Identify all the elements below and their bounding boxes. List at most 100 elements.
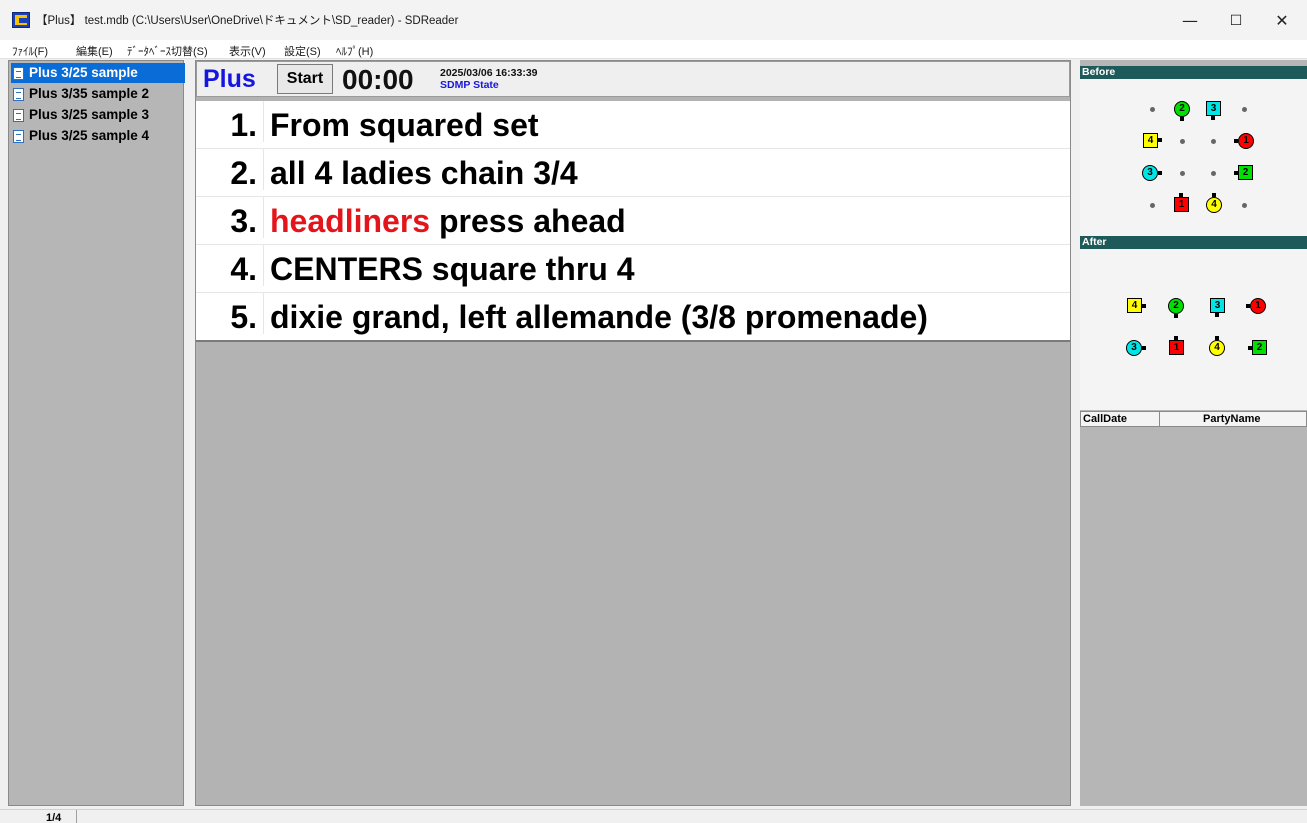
facing-marker (1211, 116, 1215, 120)
dancer-2-icon: 2 (1252, 340, 1267, 355)
before-diagram: 2 3 4 1 3 2 1 4 (1080, 79, 1307, 236)
facing-marker (1248, 346, 1252, 350)
history-table-header: CallDate PartyName (1080, 411, 1307, 427)
facing-marker (1179, 193, 1183, 197)
document-icon (13, 88, 24, 101)
menu-settings[interactable]: 設定(S) (284, 43, 321, 59)
facing-marker (1142, 304, 1146, 308)
start-button[interactable]: Start (277, 64, 333, 94)
call-text: CENTERS square thru 4 (270, 245, 635, 293)
call-number: 3. (196, 197, 264, 239)
sequence-item[interactable]: Plus 3/25 sample 4 (11, 126, 183, 146)
sequence-item-label: Plus 3/35 sample 2 (29, 86, 150, 101)
menu-help[interactable]: ﾍﾙﾌﾟ(H) (336, 43, 373, 59)
menu-database-switch[interactable]: ﾃﾞｰﾀﾍﾞｰｽ切替(S) (127, 43, 208, 59)
dancer-4-icon: 4 (1209, 340, 1225, 356)
sequence-list[interactable]: Plus 3/25 sample Plus 3/35 sample 2 Plus… (8, 60, 185, 806)
facing-marker (1158, 171, 1162, 175)
dancer-3-icon: 3 (1210, 298, 1225, 313)
dancer-3-icon: 3 (1206, 101, 1221, 116)
document-icon (13, 109, 24, 122)
dancer-2-icon: 2 (1238, 165, 1253, 180)
call-row[interactable]: 1. From squared set (196, 101, 1070, 149)
call-list: 1. From squared set 2. all 4 ladies chai… (196, 101, 1070, 342)
title-bar: 【Plus】 test.mdb (C:\Users\User\OneDrive\… (0, 0, 1307, 40)
sequence-item-label: Plus 3/25 sample 3 (29, 107, 150, 122)
call-number: 5. (196, 293, 264, 335)
dancer-1-icon: 1 (1169, 340, 1184, 355)
call-panel: Plus Start 00:00 2025/03/06 16:33:39 SDM… (195, 60, 1071, 806)
document-icon (13, 67, 24, 80)
close-button[interactable]: ✕ (1259, 6, 1305, 36)
menu-bar: ﾌｧｲﾙ(F) 編集(E) ﾃﾞｰﾀﾍﾞｰｽ切替(S) 表示(V) 設定(S) … (0, 40, 1307, 59)
empty-spot (1150, 107, 1155, 112)
sequence-item[interactable]: Plus 3/35 sample 2 (11, 84, 183, 104)
call-text-body: all 4 ladies chain 3/4 (270, 155, 578, 191)
facing-marker (1174, 314, 1178, 318)
empty-spot (1180, 139, 1185, 144)
status-divider (76, 810, 77, 823)
call-text: dixie grand, left allemande (3/8 promena… (270, 293, 928, 341)
call-number: 2. (196, 149, 264, 191)
dancer-4-icon: 4 (1206, 197, 1222, 213)
window-title: 【Plus】 test.mdb (C:\Users\User\OneDrive\… (36, 15, 459, 27)
call-highlight: headliners (270, 203, 431, 239)
datetime-label: 2025/03/06 16:33:39 (440, 67, 538, 79)
call-header: Plus Start 00:00 2025/03/06 16:33:39 SDM… (196, 61, 1070, 97)
dancer-1-icon: 1 (1250, 298, 1266, 314)
maximize-button[interactable]: ☐ (1213, 6, 1259, 36)
status-bar: 1/4 (0, 809, 1307, 823)
empty-spot (1211, 171, 1216, 176)
timer-display: 00:00 (342, 64, 414, 95)
facing-marker (1142, 346, 1146, 350)
facing-marker (1215, 313, 1219, 317)
menu-file[interactable]: ﾌｧｲﾙ(F) (12, 43, 48, 59)
menu-view[interactable]: 表示(V) (229, 43, 266, 59)
dancer-4-icon: 4 (1127, 298, 1142, 313)
facing-marker (1180, 117, 1184, 121)
facing-marker (1212, 193, 1216, 197)
dancer-2-icon: 2 (1174, 101, 1190, 117)
sequence-item-label: Plus 3/25 sample (29, 65, 138, 80)
minimize-button[interactable]: — (1167, 6, 1213, 36)
facing-marker (1215, 336, 1219, 340)
document-icon (13, 130, 24, 143)
facing-marker (1234, 139, 1238, 143)
call-text-body: dixie grand, left allemande (3/8 promena… (270, 299, 928, 335)
facing-marker (1234, 171, 1238, 175)
menu-edit[interactable]: 編集(E) (76, 43, 113, 59)
call-number: 4. (196, 245, 264, 287)
empty-spot (1150, 203, 1155, 208)
empty-spot (1242, 107, 1247, 112)
call-row[interactable]: 5. dixie grand, left allemande (3/8 prom… (196, 293, 1070, 341)
dancer-4-icon: 4 (1143, 133, 1158, 148)
dancer-3-icon: 3 (1126, 340, 1142, 356)
dancer-3-icon: 3 (1142, 165, 1158, 181)
column-partyname[interactable]: PartyName (1203, 412, 1260, 426)
call-text: From squared set (270, 101, 539, 149)
empty-spot (1180, 171, 1185, 176)
sequence-item-label: Plus 3/25 sample 4 (29, 128, 150, 143)
level-label: Plus (203, 65, 256, 93)
sequence-item[interactable]: Plus 3/25 sample 3 (11, 105, 183, 125)
call-row[interactable]: 3. headliners press ahead (196, 197, 1070, 245)
call-row[interactable]: 4. CENTERS square thru 4 (196, 245, 1070, 293)
before-section-title: Before (1080, 66, 1307, 79)
dancer-1-icon: 1 (1238, 133, 1254, 149)
dancer-1-icon: 1 (1174, 197, 1189, 212)
formation-panel: Before 2 3 4 1 3 2 1 4 After 4 2 3 1 3 1… (1080, 60, 1307, 806)
facing-marker (1246, 304, 1250, 308)
after-diagram: 4 2 3 1 3 1 4 2 (1080, 249, 1307, 410)
empty-spot (1211, 139, 1216, 144)
call-text-body: From squared set (270, 107, 539, 143)
column-calldate[interactable]: CallDate (1083, 412, 1127, 426)
sequence-item[interactable]: Plus 3/25 sample (11, 63, 185, 83)
facing-marker (1174, 336, 1178, 340)
call-text: all 4 ladies chain 3/4 (270, 149, 578, 197)
facing-marker (1158, 138, 1162, 142)
page-indicator: 1/4 (46, 812, 62, 823)
call-row[interactable]: 2. all 4 ladies chain 3/4 (196, 149, 1070, 197)
empty-spot (1242, 203, 1247, 208)
app-icon[interactable] (12, 12, 30, 28)
call-text-body: CENTERS square thru 4 (270, 251, 635, 287)
